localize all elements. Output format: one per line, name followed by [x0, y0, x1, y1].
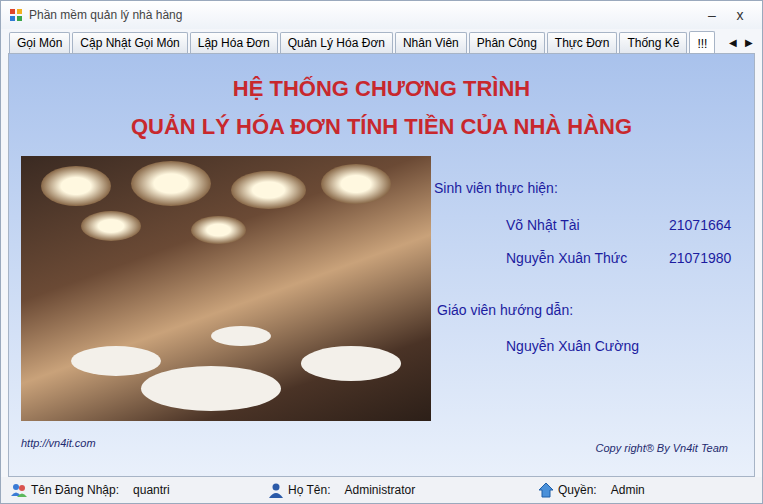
status-label: Tên Đăng Nhập: [31, 483, 119, 497]
window-title: Phần mềm quản lý nhà hàng [29, 8, 698, 22]
student-name: Nguyễn Xuân Thức [506, 250, 669, 266]
user-icon [268, 482, 284, 498]
heading: HỆ THỐNG CHƯƠNG TRÌNHQUẢN LÝ HÓA ĐƠN TÍN… [21, 70, 742, 146]
student-row: Võ Nhật Tài21071664 [434, 208, 742, 241]
tab[interactable]: Nhân Viên [395, 32, 467, 53]
tab[interactable]: Gọi Món [9, 32, 70, 53]
status-item: Họ Tên: Administrator [268, 482, 538, 498]
users-icon [11, 482, 27, 498]
minimize-button[interactable]: – [698, 7, 726, 23]
scroll-right-button[interactable]: ▶ [742, 37, 756, 48]
status-item: Quyền: Admin [538, 482, 738, 498]
advisor-name: Nguyễn Xuân Cường [434, 338, 742, 354]
student-id: 21071980 [669, 250, 731, 266]
scroll-left-button[interactable]: ◀ [726, 37, 740, 48]
app-icon [9, 8, 23, 22]
tab[interactable]: Cập Nhật Gọi Món [72, 32, 187, 53]
status-item: Tên Đăng Nhập: quantri [11, 482, 268, 498]
student-row: Nguyễn Xuân Thức21071980 [434, 241, 742, 274]
status-label: Quyền: [558, 483, 597, 497]
title-bar: Phần mềm quản lý nhà hàng–x [1, 1, 762, 29]
tab[interactable]: !!! [689, 31, 715, 53]
status-bar: Tên Đăng Nhập: quantri Họ Tên: Administrato… [1, 477, 762, 503]
website-link[interactable]: http://vn4it.com [21, 437, 96, 449]
heading-line: HỆ THỐNG CHƯƠNG TRÌNH [21, 70, 742, 108]
app-window: Phần mềm quản lý nhà hàng–xGọi MónCập Nh… [0, 0, 763, 504]
content-panel: HỆ THỐNG CHƯƠNG TRÌNHQUẢN LÝ HÓA ĐƠN TÍN… [8, 53, 755, 477]
credits: Sinh viên thực hiện:Võ Nhật Tài21071664N… [434, 156, 742, 421]
student-id: 21071664 [669, 217, 731, 233]
restaurant-photo [21, 156, 431, 421]
tab-strip: Gọi MónCập Nhật Gọi MónLập Hóa ĐơnQuản L… [1, 31, 762, 53]
footer: http://vn4it.com Copy right® By Vn4it Tea… [21, 437, 742, 454]
advisor-label: Giáo viên hướng dẫn: [437, 302, 742, 318]
status-value: Admin [611, 483, 645, 497]
copyright: Copy right® By Vn4it Team [596, 442, 728, 454]
student-name: Võ Nhật Tài [506, 217, 669, 233]
status-value: Administrator [344, 483, 415, 497]
tab[interactable]: Phân Công [469, 32, 545, 53]
tab[interactable]: Quản Lý Hóa Đơn [280, 32, 393, 53]
tab-scroll: ◀▶ [726, 37, 756, 48]
tab-list: Gọi MónCập Nhật Gọi MónLập Hóa ĐơnQuản L… [9, 30, 723, 53]
status-label: Họ Tên: [288, 483, 330, 497]
status-value: quantri [133, 483, 170, 497]
close-button[interactable]: x [726, 7, 754, 23]
tab[interactable]: Thực Đơn [547, 32, 618, 53]
permission-icon [538, 482, 554, 498]
tab[interactable]: Lập Hóa Đơn [190, 32, 278, 53]
content-row: Sinh viên thực hiện:Võ Nhật Tài21071664N… [21, 156, 742, 421]
students-label: Sinh viên thực hiện: [434, 180, 742, 196]
tab[interactable]: Thống Kê [619, 32, 687, 53]
heading-line: QUẢN LÝ HÓA ĐƠN TÍNH TIỀN CỦA NHÀ HÀNG [21, 108, 742, 146]
